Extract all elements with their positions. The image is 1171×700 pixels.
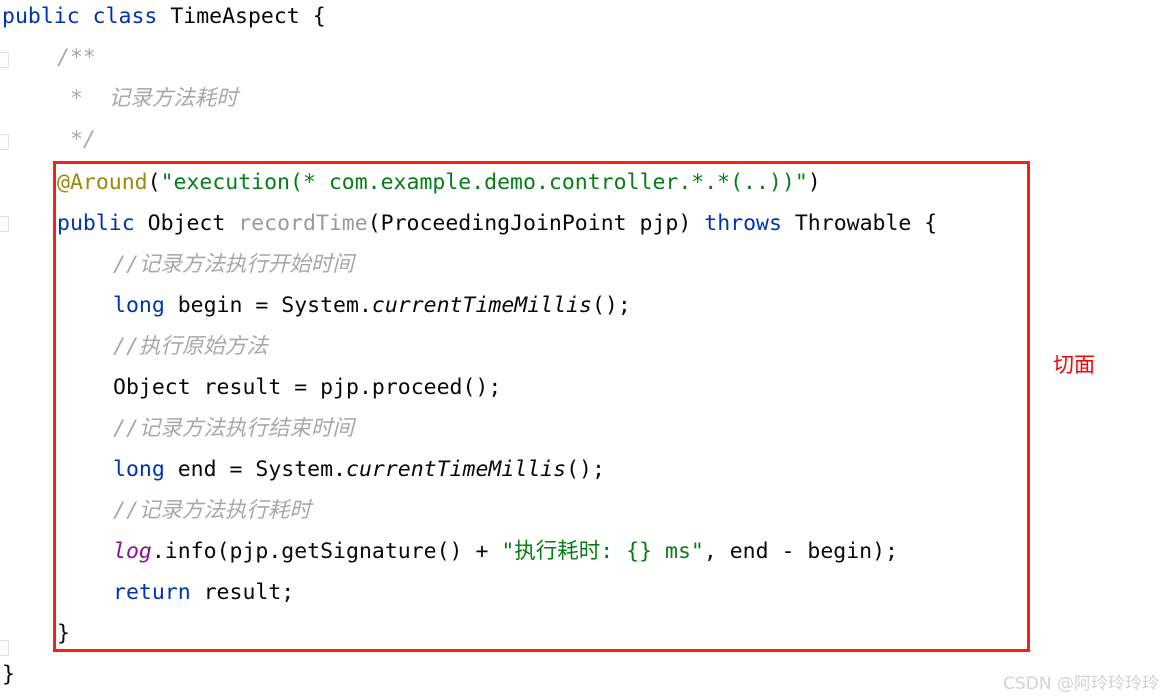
keyword-long: long — [113, 293, 165, 318]
call-terminator: (); — [566, 457, 605, 482]
keyword-class: class — [92, 4, 158, 29]
code-line-comment-start-time: //记录方法执行开始时间 — [0, 244, 1171, 285]
pointcut-expression-string: "execution(* com.example.demo.controller… — [160, 170, 808, 195]
code-line-javadoc-close: */ — [0, 119, 1171, 160]
code-line-end-assignment: long end = System.currentTimeMillis(); — [0, 449, 1171, 490]
code-line-comment-elapsed: //记录方法执行耗时 — [0, 490, 1171, 531]
proceed-statement: Object result = pjp.proceed(); — [113, 375, 502, 400]
log-message-string: "执行耗时: {} ms" — [501, 539, 704, 564]
code-line-javadoc-text: * 记录方法耗时 — [0, 78, 1171, 119]
close-brace: } — [2, 662, 15, 687]
line-comment: //执行原始方法 — [113, 334, 268, 359]
javadoc-open: /** — [57, 45, 96, 70]
code-line-javadoc-open: /** — [0, 37, 1171, 78]
open-brace: { — [299, 4, 326, 29]
code-line-return: return result; — [0, 572, 1171, 613]
code-editor-surface: public class TimeAspect { /** * 记录方法耗时 *… — [0, 0, 1171, 700]
logger-field-log: log — [113, 539, 152, 564]
return-type-Object: Object — [147, 211, 226, 236]
assignment-expression: begin = System. — [164, 293, 372, 318]
keyword-throws: throws — [704, 211, 782, 236]
method-name-recordTime: recordTime — [238, 211, 368, 236]
keyword-public: public — [2, 4, 80, 29]
method-parameters: (ProceedingJoinPoint pjp) — [367, 211, 705, 236]
call-terminator: (); — [591, 293, 631, 318]
code-line-method-close-brace: } — [0, 613, 1171, 654]
keyword-return: return — [113, 580, 191, 605]
open-paren: ( — [147, 170, 161, 195]
aspect-callout-label: 切面 — [1053, 353, 1095, 377]
csdn-watermark: CSDN @阿玲玲玲玲 — [1003, 674, 1159, 694]
static-method-currentTimeMillis: currentTimeMillis — [346, 457, 567, 482]
code-line-proceed-call: Object result = pjp.proceed(); — [0, 367, 1171, 408]
close-paren: ) — [807, 170, 821, 195]
code-line-around-annotation: @Around("execution(* com.example.demo.co… — [0, 162, 1171, 203]
log-arguments: , end - begin); — [703, 539, 899, 564]
javadoc-body: * 记录方法耗时 — [57, 86, 238, 111]
keyword-long: long — [113, 457, 165, 482]
returned-value: result; — [190, 580, 295, 605]
static-method-currentTimeMillis: currentTimeMillis — [371, 293, 592, 318]
code-line-method-signature: public Object recordTime(ProceedingJoinP… — [0, 203, 1171, 244]
code-line-begin-assignment: long begin = System.currentTimeMillis(); — [0, 285, 1171, 326]
assignment-expression: end = System. — [164, 457, 346, 482]
keyword-public: public — [57, 211, 135, 236]
code-line-class-close-brace: } — [0, 654, 1171, 695]
code-line-class-declaration: public class TimeAspect { — [0, 0, 1171, 37]
code-line-comment-end-time: //记录方法执行结束时间 — [0, 408, 1171, 449]
javadoc-close: */ — [57, 127, 96, 152]
annotation-around: @Around — [57, 170, 148, 195]
throws-clause: Throwable { — [781, 211, 938, 236]
line-comment: //记录方法执行结束时间 — [113, 416, 354, 441]
log-info-call: .info(pjp.getSignature() + — [151, 539, 502, 564]
code-line-comment-proceed: //执行原始方法 — [0, 326, 1171, 367]
close-brace: } — [57, 621, 70, 646]
line-comment: //记录方法执行开始时间 — [113, 252, 354, 277]
line-comment: //记录方法执行耗时 — [113, 498, 311, 523]
code-line-log-info: log.info(pjp.getSignature() + "执行耗时: {} … — [0, 531, 1171, 572]
class-name-TimeAspect: TimeAspect — [170, 4, 300, 29]
